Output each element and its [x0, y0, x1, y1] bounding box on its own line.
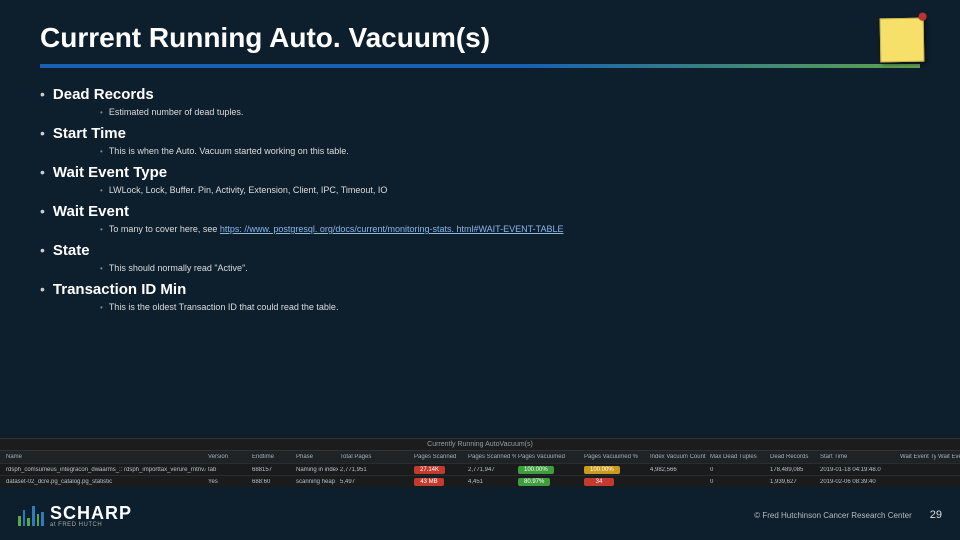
- table-row: dataset-02_dcre.pg_catalog.pg_statistic …: [0, 475, 960, 487]
- cell-pages-scanned-pct: 2,771,947: [468, 467, 516, 473]
- cell-pages-vacuumed-pct: 100.00%: [584, 466, 648, 474]
- cell-dead-records: 178,489,085: [770, 467, 818, 473]
- bullet-state: • State: [40, 242, 920, 259]
- col-pages-vacuumed: Pages Vacuumed: [518, 454, 582, 460]
- cell-pages-scanned: 43 MB: [414, 478, 466, 486]
- sub-dot-icon: •: [100, 186, 103, 195]
- col-phase: Phase: [296, 454, 338, 460]
- bullet-sub: • This is the oldest Transaction ID that …: [100, 302, 920, 312]
- slide: Current Running Auto. Vacuum(s) • Dead Re…: [0, 0, 960, 540]
- cell-total-pages: 5,497: [340, 479, 412, 485]
- title-area: Current Running Auto. Vacuum(s): [0, 0, 960, 68]
- bullet-label: Wait Event Type: [53, 164, 167, 181]
- bullet-label: State: [53, 242, 90, 259]
- bullet-wait-event: • Wait Event: [40, 203, 920, 220]
- copyright: © Fred Hutchinson Cancer Research Center: [754, 511, 912, 520]
- bullet-sub: • This should normally read "Active".: [100, 263, 920, 273]
- bullet-sub: • This is when the Auto. Vacuum started w…: [100, 146, 920, 156]
- sub-dot-icon: •: [100, 225, 103, 234]
- page-number: 29: [930, 509, 942, 521]
- sub-text: To many to cover here, see: [109, 224, 220, 234]
- pill-red: 43 MB: [414, 478, 444, 486]
- sub-dot-icon: •: [100, 264, 103, 273]
- col-name: Name: [6, 454, 206, 460]
- cell-index-vacuum: 4,982,566: [650, 467, 708, 473]
- bullet-wait-event-type: • Wait Event Type: [40, 164, 920, 181]
- sub-text: LWLock, Lock, Buffer. Pin, Activity, Ext…: [109, 185, 388, 195]
- cell-pages-scanned: 27.14K: [414, 466, 466, 474]
- cell-start-time: 2019-02-06 08:39:40: [820, 479, 898, 485]
- col-total-pages: Total Pages: [340, 454, 412, 460]
- sub-dot-icon: •: [100, 108, 103, 117]
- cell-pages-vacuumed: 100.00%: [518, 466, 582, 474]
- cell-pages-vacuumed: 80.97%: [518, 478, 582, 486]
- footer-right: © Fred Hutchinson Cancer Research Center…: [754, 509, 942, 521]
- bullet-start-time: • Start Time: [40, 125, 920, 142]
- bullet-label: Transaction ID Min: [53, 281, 186, 298]
- cell-max-dead: 0: [710, 467, 768, 473]
- pill-green: 80.97%: [518, 478, 550, 486]
- cell-max-dead: 0: [710, 479, 768, 485]
- cell-version: tab: [208, 467, 250, 473]
- col-dead-records: Dead Records: [770, 454, 818, 460]
- sub-text: This is when the Auto. Vacuum started wo…: [109, 146, 349, 156]
- cell-name: rdsph_comsumeus_integracon_dwaarms_:: rd…: [6, 467, 206, 473]
- cell-name: dataset-02_dcre.pg_catalog.pg_statistic: [6, 479, 206, 485]
- cell-pages-vacuumed-pct: 34: [584, 478, 648, 486]
- bullet-dot-icon: •: [40, 242, 45, 258]
- sub-text: Estimated number of dead tuples.: [109, 107, 244, 117]
- col-wait-event: Wait Event: [938, 454, 960, 460]
- bullet-sub: • To many to cover here, see https: //www…: [100, 224, 920, 234]
- docs-link[interactable]: https: //www. postgresql. org/docs/curre…: [220, 224, 564, 234]
- bullet-dot-icon: •: [40, 203, 45, 219]
- sub-dot-icon: •: [100, 147, 103, 156]
- logo-bars-icon: [18, 504, 44, 526]
- cell-total-pages: 2,771,951: [340, 467, 412, 473]
- brand-logo: SCHARP at FRED HUTCH: [18, 503, 132, 528]
- col-endtime: Endtime: [252, 454, 294, 460]
- bullet-dot-icon: •: [40, 281, 45, 297]
- sub-dot-icon: •: [100, 303, 103, 312]
- bullet-label: Start Time: [53, 125, 126, 142]
- pill-red: 27.14K: [414, 466, 445, 474]
- col-pages-scanned: Pages Scanned: [414, 454, 466, 460]
- pill-red: 34: [584, 478, 614, 486]
- content: • Dead Records • Estimated number of dead …: [0, 68, 960, 312]
- cell-phase: Naming in indexes: [296, 467, 338, 473]
- bullet-sub: • Estimated number of dead tuples.: [100, 107, 920, 117]
- bullet-txid-min: • Transaction ID Min: [40, 281, 920, 298]
- bullet-dot-icon: •: [40, 164, 45, 180]
- table-row: rdsph_comsumeus_integracon_dwaarms_:: rd…: [0, 463, 960, 475]
- col-pages-vacuumed-pct: Pages Vacuumed %: [584, 454, 648, 460]
- cell-endtime: 688:60: [252, 479, 294, 485]
- cell-phase: scanning heap: [296, 479, 338, 485]
- footer: SCHARP at FRED HUTCH © Fred Hutchinson C…: [0, 496, 960, 540]
- cell-pages-scanned-pct: 4,451: [468, 479, 516, 485]
- col-wait-event-type: Wait Event Type: [900, 454, 936, 460]
- cell-dead-records: 1,939,627: [770, 479, 818, 485]
- sub-text: This is the oldest Transaction ID that c…: [109, 302, 339, 312]
- sticky-note-icon: [880, 18, 925, 63]
- sub-text: This should normally read "Active".: [109, 263, 248, 273]
- bullet-label: Dead Records: [53, 86, 154, 103]
- brand-name: SCHARP: [50, 503, 132, 524]
- col-start-time: Start Time: [820, 454, 898, 460]
- pill-green: 100.00%: [518, 466, 554, 474]
- page-title: Current Running Auto. Vacuum(s): [40, 22, 920, 54]
- col-version: Version: [208, 454, 250, 460]
- col-pages-scanned-pct: Pages Scanned %: [468, 454, 516, 460]
- bullet-dot-icon: •: [40, 125, 45, 141]
- bullet-label: Wait Event: [53, 203, 129, 220]
- cell-version: Yes: [208, 479, 250, 485]
- pill-yellow: 100.00%: [584, 466, 620, 474]
- col-index-vacuum: Index Vacuum Count: [650, 454, 708, 460]
- cell-endtime: 688157: [252, 467, 294, 473]
- dashboard-title: Currently Running AutoVacuum(s): [0, 438, 960, 451]
- col-max-dead: Max Dead Tuples: [710, 454, 768, 460]
- bullet-dot-icon: •: [40, 86, 45, 102]
- dashboard-header-row: Name Version Endtime Phase Total Pages P…: [0, 451, 960, 463]
- bullet-sub: • LWLock, Lock, Buffer. Pin, Activity, Ex…: [100, 185, 920, 195]
- cell-start-time: 2019-01-18 04:19:48.0: [820, 467, 898, 473]
- bullet-dead-records: • Dead Records: [40, 86, 920, 103]
